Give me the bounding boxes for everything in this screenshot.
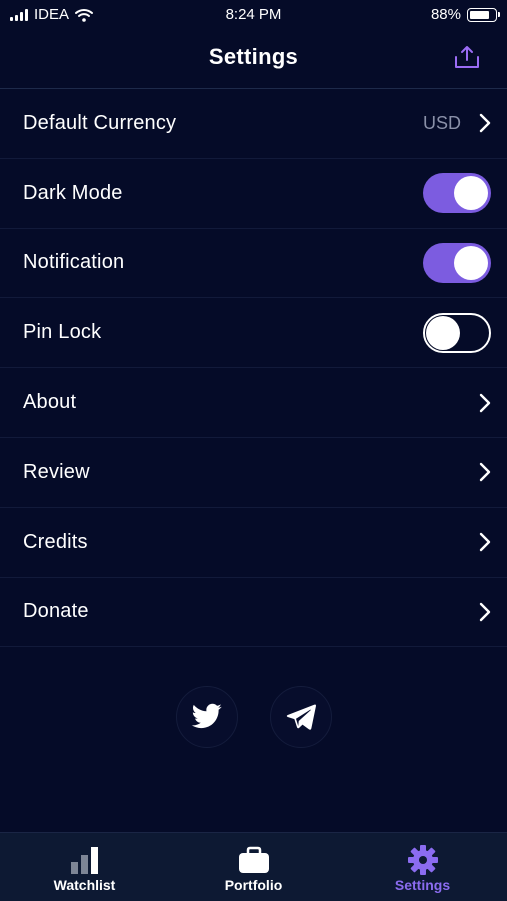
- share-icon: [455, 46, 479, 68]
- row-label: About: [23, 391, 77, 414]
- battery-fill: [470, 10, 489, 19]
- tab-label: Settings: [394, 877, 451, 893]
- tab-icon-wrap: [237, 845, 271, 875]
- battery-percent: 88%: [430, 6, 461, 23]
- tab-icon-wrap: [69, 845, 101, 875]
- toggle-knob: [454, 245, 488, 280]
- row-label: Credits: [23, 530, 88, 553]
- row-credits[interactable]: Credits: [0, 508, 507, 578]
- tab-icon-wrap: [407, 845, 439, 875]
- row-dark-mode: Dark Mode: [0, 159, 507, 229]
- chevron-right-icon: [479, 463, 491, 482]
- telegram-icon: [286, 704, 316, 730]
- settings-list: Default Currency USD Dark Mode Notificat…: [0, 89, 507, 648]
- nav-bar: Settings: [0, 30, 507, 89]
- toggle-knob: [454, 176, 488, 211]
- row-donate[interactable]: Donate: [0, 578, 507, 648]
- row-notification: Notification: [0, 229, 507, 299]
- tab-label: Portfolio: [224, 877, 283, 893]
- notification-toggle[interactable]: [423, 242, 491, 283]
- share-button[interactable]: [451, 41, 483, 73]
- telegram-button[interactable]: [269, 686, 332, 748]
- currency-value: USD: [422, 112, 461, 133]
- twitter-button[interactable]: [175, 686, 238, 748]
- bar-chart-icon: [70, 847, 98, 874]
- tab-watchlist[interactable]: Watchlist: [0, 833, 169, 901]
- briefcase-icon: [238, 846, 269, 873]
- tab-bar: Watchlist Portfolio Settings: [0, 832, 507, 901]
- row-label: Pin Lock: [23, 321, 102, 344]
- chevron-right-icon: [479, 114, 491, 133]
- row-label: Default Currency: [23, 111, 177, 134]
- row-label: Notification: [23, 251, 125, 274]
- status-bar: IDEA 8:24 PM 88%: [0, 0, 507, 30]
- row-label: Donate: [23, 600, 89, 623]
- row-label: Dark Mode: [23, 181, 123, 204]
- social-links: [0, 686, 507, 748]
- chevron-right-icon: [479, 393, 491, 412]
- row-pin-lock: Pin Lock: [0, 298, 507, 369]
- toggle-knob: [426, 315, 460, 350]
- battery-icon: [467, 7, 500, 22]
- row-label: Review: [23, 460, 90, 483]
- tab-label: Watchlist: [53, 877, 116, 893]
- chevron-right-icon: [479, 532, 491, 552]
- row-default-currency[interactable]: Default Currency USD: [0, 89, 507, 159]
- gear-icon: [407, 845, 438, 875]
- tab-portfolio[interactable]: Portfolio: [169, 833, 338, 901]
- tab-settings[interactable]: Settings: [338, 833, 507, 901]
- twitter-icon: [191, 703, 222, 729]
- status-right: 88%: [430, 6, 500, 23]
- row-about[interactable]: About: [0, 368, 507, 438]
- page-title: Settings: [208, 44, 299, 69]
- pin-lock-toggle[interactable]: [423, 312, 491, 353]
- dark-mode-toggle[interactable]: [423, 173, 491, 214]
- row-review[interactable]: Review: [0, 438, 507, 508]
- chevron-right-icon: [479, 602, 491, 622]
